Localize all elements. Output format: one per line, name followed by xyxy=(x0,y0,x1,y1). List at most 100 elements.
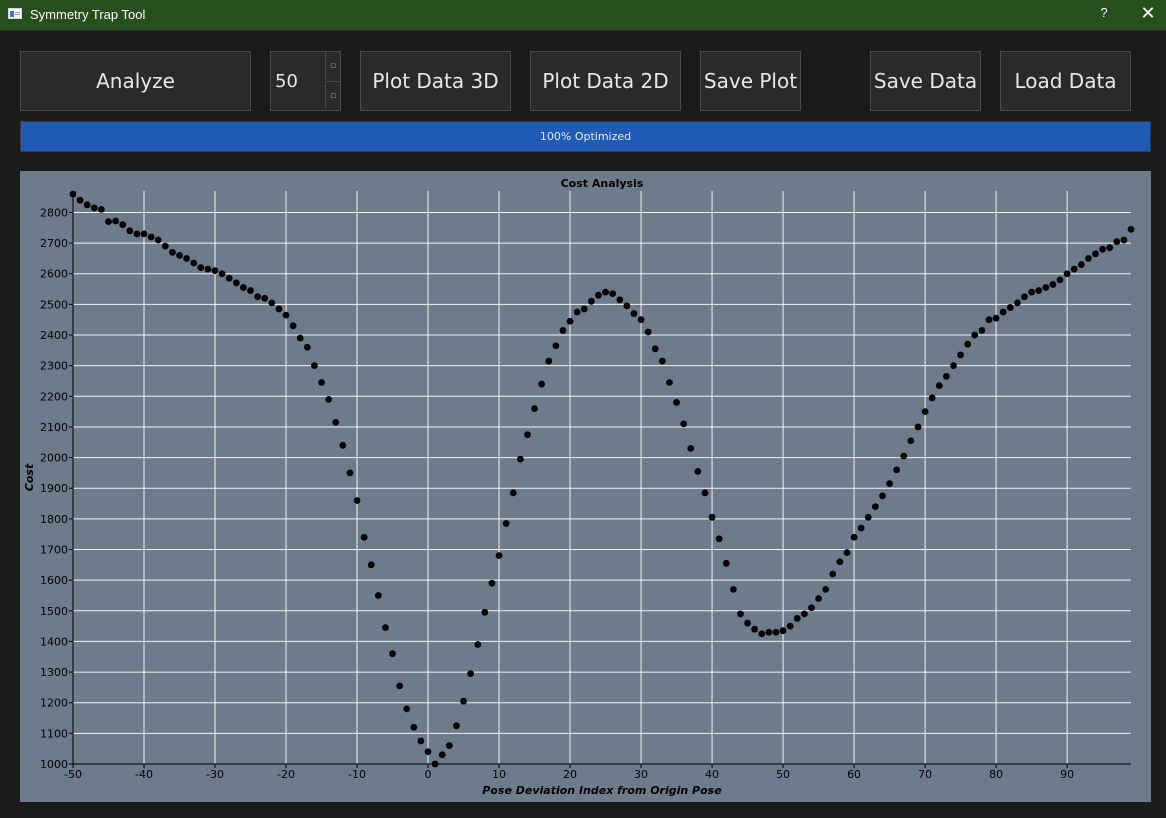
iterations-spinbox[interactable]: 50 ▫ ▫ xyxy=(270,51,341,111)
x-tick-label: 20 xyxy=(563,768,577,781)
data-point xyxy=(559,327,567,334)
y-tick-label: 2100 xyxy=(40,421,68,434)
data-point xyxy=(140,230,148,238)
title-bar: Symmetry Trap Tool ? ✕ xyxy=(0,0,1166,30)
x-tick-label: 90 xyxy=(1060,768,1074,781)
data-point xyxy=(396,682,404,690)
y-tick-label: 1900 xyxy=(40,482,68,495)
data-point xyxy=(637,316,645,324)
data-point xyxy=(424,748,432,756)
window-title: Symmetry Trap Tool xyxy=(30,7,146,22)
data-point xyxy=(247,287,254,294)
data-point xyxy=(808,604,815,612)
y-tick-label: 1100 xyxy=(40,727,68,740)
data-point xyxy=(1084,255,1092,262)
data-point xyxy=(1099,245,1106,253)
x-tick-label: 10 xyxy=(492,768,506,781)
data-point xyxy=(218,270,226,278)
data-point xyxy=(602,288,609,296)
load-data-button[interactable]: Load Data xyxy=(1000,51,1131,111)
data-point xyxy=(673,399,680,406)
data-point xyxy=(1127,225,1135,233)
x-axis-label: Pose Deviation Index from Origin Pose xyxy=(482,784,722,797)
data-point xyxy=(978,327,986,334)
data-point xyxy=(83,201,91,209)
x-tick-label: 40 xyxy=(705,768,719,781)
y-tick-label: 2600 xyxy=(40,268,68,281)
y-tick-label: 2300 xyxy=(40,360,68,373)
data-point xyxy=(531,405,538,412)
help-button[interactable]: ? xyxy=(1094,5,1114,25)
y-axis-label: Cost xyxy=(23,463,36,491)
data-point xyxy=(431,760,439,768)
y-tick-label: 1800 xyxy=(40,513,68,526)
data-point xyxy=(112,217,120,225)
y-tick-label: 2500 xyxy=(40,298,68,311)
data-point xyxy=(729,585,737,593)
x-tick-label: -50 xyxy=(64,768,82,781)
data-point xyxy=(950,362,957,370)
x-tick-label: 30 xyxy=(634,768,648,781)
plot-data-2d-button[interactable]: Plot Data 2D xyxy=(530,51,681,111)
data-point xyxy=(687,444,695,452)
data-point xyxy=(957,351,964,359)
plot-data-3d-button[interactable]: Plot Data 3D xyxy=(360,51,511,111)
y-tick-label: 1500 xyxy=(40,605,68,618)
data-point xyxy=(871,503,879,511)
data-point xyxy=(509,489,517,497)
x-tick-label: -10 xyxy=(348,768,366,781)
data-point xyxy=(98,205,105,213)
data-point xyxy=(722,559,730,567)
save-data-button[interactable]: Save Data xyxy=(870,51,981,111)
data-point xyxy=(1021,293,1028,301)
data-point xyxy=(1077,261,1085,268)
optimization-progress-bar: 100% Optimized xyxy=(20,121,1151,152)
data-point xyxy=(843,549,851,556)
data-point xyxy=(1035,287,1043,294)
data-point xyxy=(644,328,652,336)
y-tick-label: 2700 xyxy=(40,237,68,250)
spin-up-arrow-icon[interactable]: ▫ xyxy=(325,52,340,80)
cost-analysis-chart: 1000110012001300140015001600170018001900… xyxy=(23,177,1135,797)
data-point xyxy=(1113,238,1121,245)
data-point xyxy=(595,291,602,299)
data-point xyxy=(289,322,297,330)
data-point xyxy=(240,284,247,291)
data-point xyxy=(964,340,972,348)
data-point xyxy=(161,242,169,250)
data-point xyxy=(76,196,84,204)
analyze-button[interactable]: Analyze xyxy=(20,51,251,111)
data-point xyxy=(836,558,844,566)
data-point xyxy=(190,259,198,267)
x-tick-label: 50 xyxy=(776,768,790,781)
save-plot-button[interactable]: Save Plot xyxy=(700,51,801,111)
data-point xyxy=(651,345,659,353)
data-point xyxy=(374,592,382,599)
data-point xyxy=(318,379,325,386)
data-point xyxy=(1042,284,1050,291)
data-point xyxy=(325,395,333,403)
data-point xyxy=(864,513,872,521)
data-point xyxy=(488,579,496,587)
data-point xyxy=(382,624,389,632)
data-point xyxy=(204,265,212,273)
data-point xyxy=(516,455,524,463)
data-point xyxy=(829,570,837,578)
data-point xyxy=(744,619,751,627)
y-tick-label: 1400 xyxy=(40,635,68,648)
data-point xyxy=(879,492,886,500)
data-point xyxy=(587,297,595,305)
spin-down-arrow-icon[interactable]: ▫ xyxy=(325,81,340,109)
data-point xyxy=(495,552,503,560)
close-button[interactable]: ✕ xyxy=(1134,3,1162,27)
data-point xyxy=(445,742,453,750)
data-point xyxy=(169,248,176,256)
data-point xyxy=(183,255,191,262)
data-point xyxy=(353,497,361,504)
iterations-value[interactable]: 50 xyxy=(275,71,298,92)
data-point xyxy=(225,274,233,282)
data-point xyxy=(502,520,510,527)
data-point xyxy=(453,722,460,730)
x-tick-label: 60 xyxy=(847,768,861,781)
data-point xyxy=(119,221,127,229)
